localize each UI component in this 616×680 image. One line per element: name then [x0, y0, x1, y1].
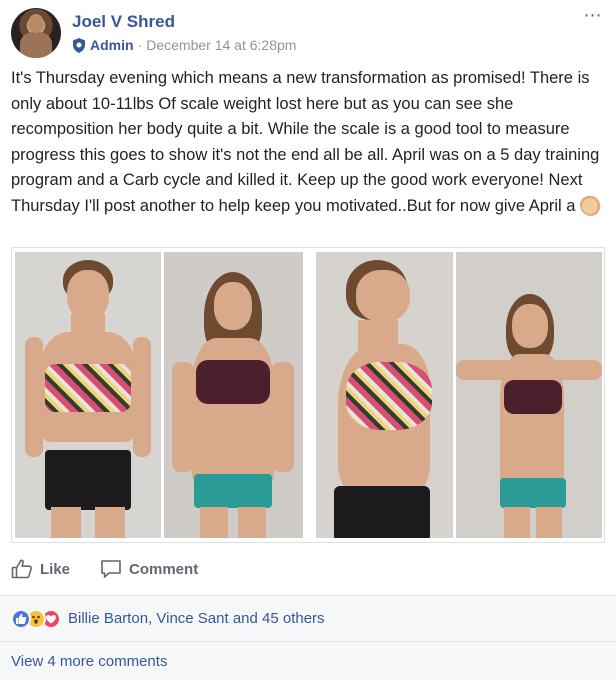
like-reaction-icon: [11, 608, 31, 629]
like-button[interactable]: Like: [11, 559, 70, 579]
post-header: Joel V Shred Admin · December 14 at 6:28…: [11, 6, 605, 60]
avatar-head: [28, 14, 44, 33]
comment-bubble-icon: [101, 560, 121, 578]
like-label: Like: [40, 560, 71, 578]
post-actions: Like Comment: [11, 553, 605, 585]
photo-after-side[interactable]: [456, 252, 602, 538]
comments-section: View 4 more comments: [0, 641, 616, 680]
feed-post: Joel V Shred Admin · December 14 at 6:28…: [0, 0, 616, 680]
author-avatar[interactable]: [11, 8, 61, 58]
meta-separator: ·: [137, 37, 143, 53]
photo-after-front[interactable]: [164, 252, 303, 538]
post-timestamp[interactable]: December 14 at 6:28pm: [146, 37, 296, 53]
photo-collage[interactable]: [11, 247, 605, 543]
photo-before-side[interactable]: [316, 252, 453, 538]
admin-shield-icon: [73, 37, 85, 53]
avatar-torso: [20, 32, 52, 58]
post-message: It's Thursday evening which means a new …: [11, 66, 605, 219]
admin-badge-label[interactable]: Admin: [90, 37, 134, 53]
post-message-text: It's Thursday evening which means a new …: [11, 69, 600, 215]
photo-before-front[interactable]: [15, 252, 161, 538]
reaction-icons[interactable]: [11, 608, 61, 629]
comment-button[interactable]: Comment: [100, 559, 198, 579]
reactions-bar: Billie Barton, Vince Sant and 45 others: [0, 595, 616, 641]
reactions-summary-link[interactable]: Billie Barton, Vince Sant and 45 others: [68, 610, 325, 627]
clapping-hands-icon: [580, 193, 603, 216]
more-options-icon[interactable]: ⋯: [581, 6, 605, 26]
post-meta: Admin · December 14 at 6:28pm: [72, 37, 296, 53]
author-name-link[interactable]: Joel V Shred: [72, 12, 175, 32]
thumbs-up-icon: [11, 559, 32, 579]
view-more-comments-link[interactable]: View 4 more comments: [11, 653, 167, 670]
comment-label: Comment: [129, 560, 199, 578]
